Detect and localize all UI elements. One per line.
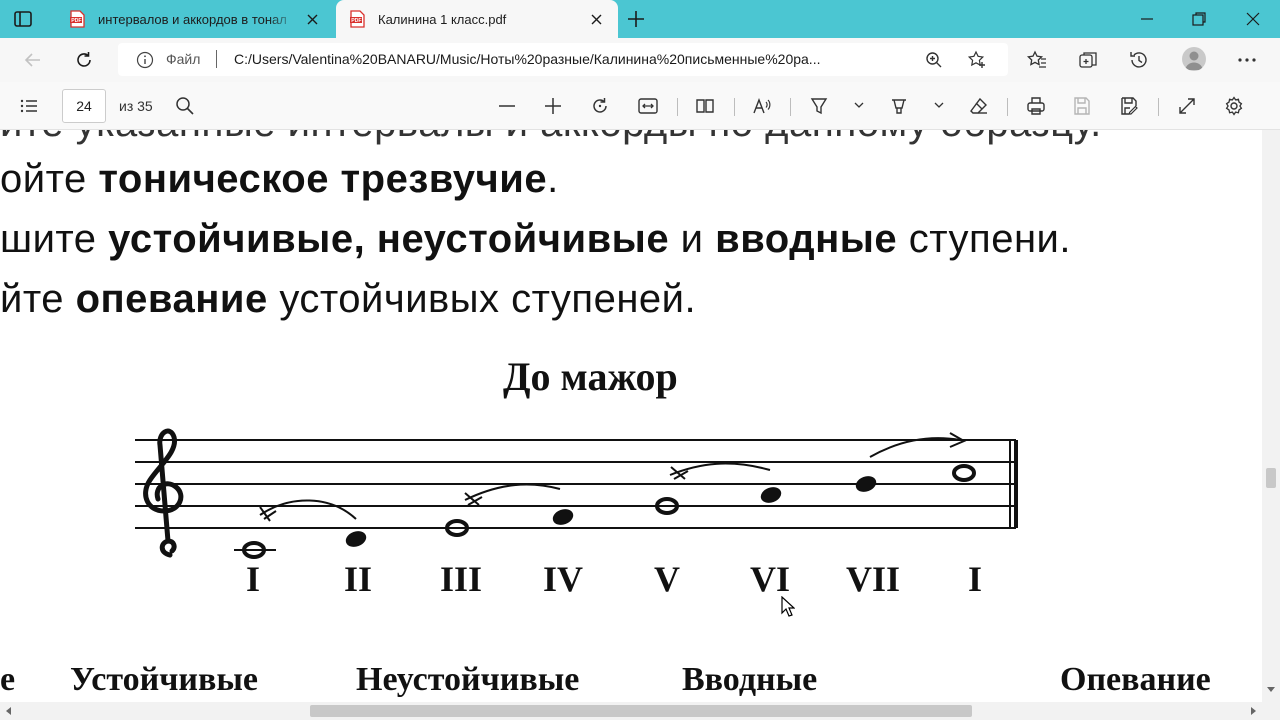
tab-2-active[interactable]: PDF Калинина 1 класс.pdf bbox=[336, 0, 618, 38]
scroll-down-icon[interactable] bbox=[1266, 684, 1276, 694]
address-bar: Файл C:/Users/Valentina%20BANARU/Music/Н… bbox=[0, 38, 1280, 82]
category-label: е bbox=[0, 661, 16, 698]
chevron-down-icon[interactable] bbox=[934, 100, 944, 110]
eraser-icon[interactable] bbox=[969, 96, 989, 116]
search-icon[interactable] bbox=[175, 96, 195, 116]
title-bar: PDF интервалов и аккордов в тонал PDF Ка… bbox=[0, 0, 1280, 38]
minimize-icon[interactable] bbox=[1138, 10, 1156, 28]
key-title: До мажор bbox=[503, 354, 678, 399]
highlight-icon[interactable] bbox=[889, 96, 909, 116]
collections-icon[interactable] bbox=[1077, 49, 1099, 71]
toolbar-divider bbox=[1007, 98, 1008, 116]
page-count: из 35 bbox=[119, 98, 153, 114]
svg-text:PDF: PDF bbox=[71, 18, 81, 24]
horizontal-scrollbar[interactable] bbox=[0, 702, 1280, 720]
fullscreen-icon[interactable] bbox=[1177, 96, 1197, 116]
chevron-down-icon[interactable] bbox=[854, 100, 864, 110]
mouse-cursor-icon bbox=[781, 596, 795, 617]
toolbar-divider bbox=[677, 98, 678, 116]
category-label: Неустойчивые bbox=[356, 661, 580, 698]
history-icon[interactable] bbox=[1128, 49, 1150, 71]
zoom-out-icon[interactable] bbox=[497, 96, 517, 116]
pdf-file-icon: PDF bbox=[70, 10, 85, 28]
print-icon[interactable] bbox=[1026, 96, 1046, 116]
tab-actions-icon[interactable] bbox=[12, 8, 34, 30]
favorites-icon[interactable] bbox=[1026, 49, 1048, 71]
category-label: Опевание bbox=[1060, 661, 1211, 698]
close-tab-icon[interactable] bbox=[304, 11, 320, 27]
close-window-icon[interactable] bbox=[1244, 10, 1262, 28]
zoom-in-icon[interactable] bbox=[543, 96, 563, 116]
url-text[interactable]: C:/Users/Valentina%20BANARU/Music/Ноты%2… bbox=[234, 51, 914, 67]
fit-width-icon[interactable] bbox=[638, 96, 658, 116]
scale-degree: IV bbox=[543, 559, 584, 599]
save-icon bbox=[1074, 97, 1090, 115]
scale-degree: VII bbox=[846, 559, 901, 599]
settings-gear-icon[interactable] bbox=[1224, 96, 1244, 116]
save-as-icon[interactable] bbox=[1119, 96, 1139, 116]
profile-avatar[interactable] bbox=[1182, 47, 1206, 71]
draw-icon[interactable] bbox=[809, 96, 829, 116]
scroll-right-icon[interactable] bbox=[1248, 706, 1258, 716]
restore-icon[interactable] bbox=[1190, 10, 1208, 28]
back-arrow-icon[interactable] bbox=[22, 49, 44, 71]
scale-degree: III bbox=[440, 559, 483, 599]
toolbar-divider bbox=[790, 98, 791, 116]
scheme-label: Файл bbox=[166, 51, 201, 67]
tab-1[interactable]: PDF интервалов и аккордов в тонал bbox=[56, 0, 334, 38]
music-staff bbox=[135, 428, 1018, 559]
new-tab-icon[interactable] bbox=[626, 9, 646, 29]
instruction-line: ойте тоническое трезвучие. bbox=[0, 157, 559, 201]
toolbar-divider bbox=[1158, 98, 1159, 116]
scale-degree: I bbox=[968, 559, 983, 599]
scroll-thumb[interactable] bbox=[310, 705, 972, 717]
page-number-input[interactable] bbox=[62, 89, 106, 123]
page-view-icon[interactable] bbox=[695, 96, 715, 116]
instruction-line: йте опевание устойчивых ступеней. bbox=[0, 277, 697, 321]
scale-degree: VI bbox=[750, 559, 791, 599]
instruction-line: йте указанные интервалы и аккорды по дан… bbox=[0, 130, 1102, 146]
scroll-thumb[interactable] bbox=[1266, 468, 1276, 488]
more-icon[interactable] bbox=[1236, 49, 1258, 71]
category-label: Вводные bbox=[682, 661, 818, 698]
tab-title: Калинина 1 класс.pdf bbox=[378, 11, 507, 27]
url-bar[interactable]: Файл C:/Users/Valentina%20BANARU/Music/Н… bbox=[118, 43, 1008, 76]
scroll-left-icon[interactable] bbox=[4, 706, 14, 716]
instruction-line: шите устойчивые, неустойчивые и вводные … bbox=[0, 217, 1071, 261]
svg-text:PDF: PDF bbox=[351, 18, 361, 24]
rotate-icon[interactable] bbox=[590, 96, 610, 116]
category-label: Устойчивые bbox=[70, 661, 258, 698]
pdf-file-icon: PDF bbox=[350, 10, 365, 28]
contents-list-icon[interactable] bbox=[19, 96, 39, 116]
scale-degree: V bbox=[654, 559, 680, 599]
scale-degree: II bbox=[344, 559, 373, 599]
pdf-toolbar: из 35 bbox=[0, 82, 1280, 130]
add-favorite-icon[interactable] bbox=[967, 50, 987, 70]
vertical-scrollbar[interactable] bbox=[1262, 130, 1280, 702]
close-tab-icon[interactable] bbox=[588, 11, 604, 27]
read-aloud-icon[interactable] bbox=[752, 96, 772, 116]
pdf-page: йте указанные интервалы и аккорды по дан… bbox=[0, 130, 1262, 702]
refresh-icon[interactable] bbox=[73, 49, 95, 71]
divider bbox=[216, 50, 217, 68]
info-icon[interactable] bbox=[136, 51, 154, 69]
zoom-icon[interactable] bbox=[924, 50, 944, 70]
toolbar-divider bbox=[734, 98, 735, 116]
scale-degree: I bbox=[246, 559, 261, 599]
tab-title: интервалов и аккордов в тонал bbox=[98, 11, 287, 27]
